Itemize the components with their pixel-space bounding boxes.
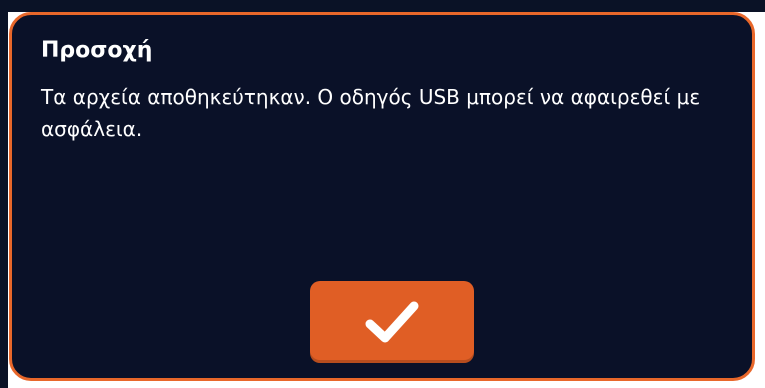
background-strip-top [0,0,765,12]
checkmark-icon [365,301,419,343]
screen: Προσοχή Τα αρχεία αποθηκεύτηκαν. Ο οδηγό… [0,0,765,388]
background-strip-left [0,0,8,388]
alert-dialog: Προσοχή Τα αρχεία αποθηκεύτηκαν. Ο οδηγό… [9,12,755,381]
confirm-button[interactable] [310,281,474,363]
dialog-message: Τα αρχεία αποθηκεύτηκαν. Ο οδηγός USB μπ… [41,85,701,141]
dialog-title: Προσοχή [41,38,153,63]
